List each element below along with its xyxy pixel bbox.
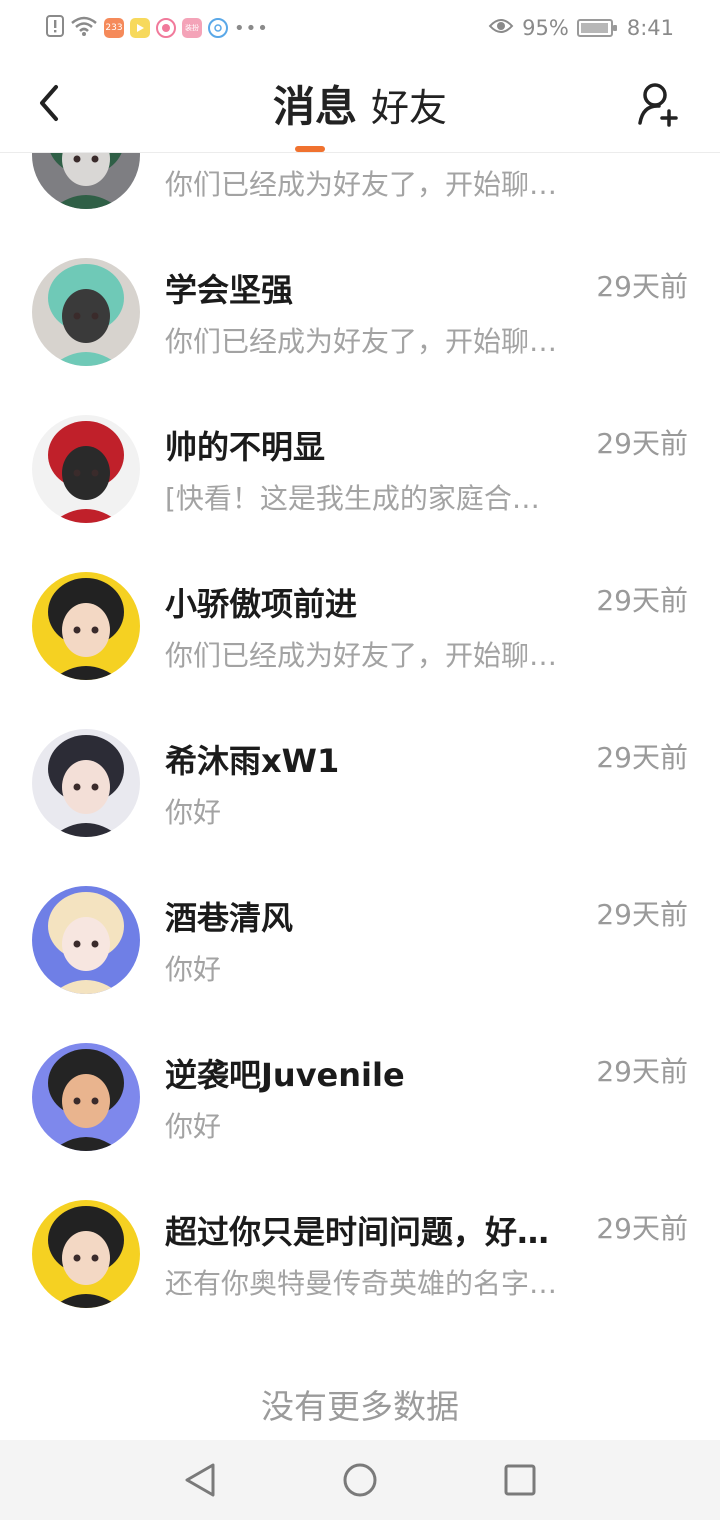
avatar[interactable] bbox=[32, 415, 140, 523]
conversation-name: 学会坚强 bbox=[165, 271, 294, 309]
conversation-item[interactable]: 希沐雨xW1 29天前你好 bbox=[0, 703, 720, 860]
conversation-preview: 你好 bbox=[165, 953, 222, 986]
conversation-name: 酒巷清风 bbox=[165, 899, 294, 937]
conversation-preview: 你们已经成为好友了，开始聊… bbox=[165, 325, 558, 358]
conversation-time: 29天前 bbox=[596, 741, 688, 774]
conversation-name: 踏雪无痕 bbox=[165, 153, 590, 154]
red-app-icon bbox=[156, 18, 176, 38]
conversation-name: 小骄傲项前进 bbox=[165, 585, 358, 623]
nav-back-button[interactable] bbox=[180, 1460, 220, 1500]
alert-icon bbox=[46, 15, 64, 41]
tab-bar: 消息 好友 bbox=[0, 74, 720, 134]
app-233-icon: 233 bbox=[104, 18, 124, 38]
avatar[interactable] bbox=[32, 572, 140, 680]
status-left-icons: 233 装扮 ••• bbox=[46, 14, 269, 42]
avatar[interactable] bbox=[32, 258, 140, 366]
tab-friends[interactable]: 好友 bbox=[371, 77, 447, 134]
conversation-item[interactable]: 逆袭吧Juvenile 29天前你好 bbox=[0, 1017, 720, 1174]
more-icon: ••• bbox=[234, 17, 269, 39]
conversation-preview: [快看！这是我生成的家庭合… bbox=[165, 482, 540, 515]
avatar[interactable] bbox=[32, 153, 140, 209]
eye-icon bbox=[488, 16, 514, 40]
add-user-icon bbox=[638, 83, 678, 127]
conversation-time: 29天前 bbox=[596, 1212, 688, 1245]
avatar[interactable] bbox=[32, 1200, 140, 1308]
conversation-preview: 你好 bbox=[165, 1110, 222, 1143]
conversation-name: 超过你只是时间问题，好… bbox=[165, 1213, 550, 1251]
conversation-time: 29天前 bbox=[596, 1055, 688, 1088]
no-more-data-label: 没有更多数据 bbox=[261, 1387, 459, 1426]
play-app-icon bbox=[130, 18, 150, 38]
avatar[interactable] bbox=[32, 886, 140, 994]
conversation-preview: 还有你奥特曼传奇英雄的名字… bbox=[165, 1267, 558, 1300]
conversation-item[interactable]: 小骄傲项前进 29天前你们已经成为好友了，开始聊… bbox=[0, 546, 720, 703]
conversation-name: 帅的不明显 bbox=[165, 428, 326, 466]
clock: 8:41 bbox=[626, 16, 674, 40]
nav-recents-icon bbox=[504, 1464, 536, 1496]
blue-app-icon bbox=[208, 18, 228, 38]
tab-messages[interactable]: 消息 bbox=[273, 73, 357, 134]
conversation-preview: 你们已经成为好友了，开始聊… bbox=[165, 639, 558, 672]
conversation-item[interactable]: 超过你只是时间问题，好… 29天前还有你奥特曼传奇英雄的名字… bbox=[0, 1174, 720, 1331]
status-bar: 233 装扮 ••• 95% 8:41 bbox=[0, 0, 720, 56]
conversation-name: 逆袭吧Juvenile bbox=[165, 1056, 405, 1094]
tag-app-icon: 装扮 bbox=[182, 18, 202, 38]
conversation-name: 希沐雨xW1 bbox=[165, 742, 340, 780]
conversation-preview: 你好 bbox=[165, 796, 222, 829]
header: 消息 好友 bbox=[0, 56, 720, 153]
conversation-time: 29天前 bbox=[596, 427, 688, 460]
avatar[interactable] bbox=[32, 1043, 140, 1151]
conversation-list[interactable]: 踏雪无痕28天前你们已经成为好友了，开始聊…学会坚强29天前你们已经成为好友了，… bbox=[0, 153, 720, 1440]
nav-recents-button[interactable] bbox=[500, 1460, 540, 1500]
nav-back-icon bbox=[185, 1463, 215, 1497]
wifi-icon bbox=[70, 15, 98, 41]
battery-icon bbox=[576, 19, 617, 37]
conversation-item[interactable]: 踏雪无痕28天前你们已经成为好友了，开始聊… bbox=[0, 153, 720, 232]
avatar[interactable] bbox=[32, 729, 140, 837]
conversation-time: 29天前 bbox=[596, 270, 688, 303]
conversation-item[interactable]: 酒巷清风 29天前你好 bbox=[0, 860, 720, 1017]
conversation-time: 29天前 bbox=[596, 584, 688, 617]
conversation-preview: 你们已经成为好友了，开始聊… bbox=[165, 168, 558, 201]
battery-percent: 95% bbox=[522, 16, 569, 40]
system-nav-bar bbox=[0, 1440, 720, 1520]
conversation-item[interactable]: 学会坚强 29天前你们已经成为好友了，开始聊… bbox=[0, 232, 720, 389]
tab-indicator bbox=[295, 146, 325, 152]
conversation-time: 29天前 bbox=[596, 898, 688, 931]
status-right: 95% 8:41 bbox=[488, 14, 674, 42]
nav-home-icon bbox=[343, 1463, 377, 1497]
add-friend-button[interactable] bbox=[634, 78, 686, 130]
conversation-item[interactable]: 帅的不明显 29天前 [快看！这是我生成的家庭合… bbox=[0, 389, 720, 546]
nav-home-button[interactable] bbox=[340, 1460, 380, 1500]
